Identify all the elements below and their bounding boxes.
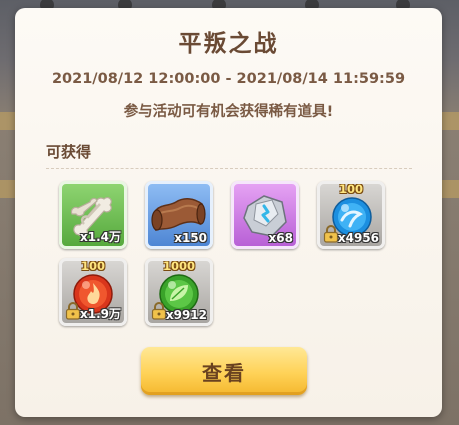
lock-icon <box>151 302 167 320</box>
reward-item-scroll[interactable]: x150 <box>145 181 213 249</box>
reward-quantity: x68 <box>268 231 293 245</box>
rewards-section-label: 可获得 <box>46 143 92 161</box>
reward-quantity: x150 <box>174 231 207 245</box>
event-date-range: 2021/08/12 12:00:00 - 2021/08/14 11:59:5… <box>51 71 406 87</box>
lock-icon <box>65 302 81 320</box>
section-divider <box>46 168 412 169</box>
reward-quantity: x1.4万 <box>80 230 121 244</box>
reward-quantity: x4956 <box>337 231 379 245</box>
reward-item-fire-orb[interactable]: 100 x1.9万 <box>59 258 127 326</box>
view-button[interactable]: 查看 <box>141 347 307 395</box>
dialog-title: 平叛之战 <box>178 31 279 57</box>
reward-level: 1000 <box>162 259 195 273</box>
reward-level: 100 <box>338 182 363 196</box>
reward-item-water-orb[interactable]: 100 x4956 <box>317 181 385 249</box>
event-dialog: 平叛之战 2021/08/12 12:00:00 - 2021/08/14 11… <box>15 8 442 417</box>
reward-quantity: x1.9万 <box>80 307 121 321</box>
reward-item-bone[interactable]: x1.4万 <box>59 181 127 249</box>
reward-level: 100 <box>80 259 105 273</box>
reward-quantity: x9912 <box>165 308 207 322</box>
event-description: 参与活动可有机会获得稀有道具! <box>123 104 334 120</box>
reward-item-leaf-orb[interactable]: 1000 x9912 <box>145 258 213 326</box>
lock-icon <box>323 225 339 243</box>
reward-item-silver-ore[interactable]: x68 <box>231 181 299 249</box>
